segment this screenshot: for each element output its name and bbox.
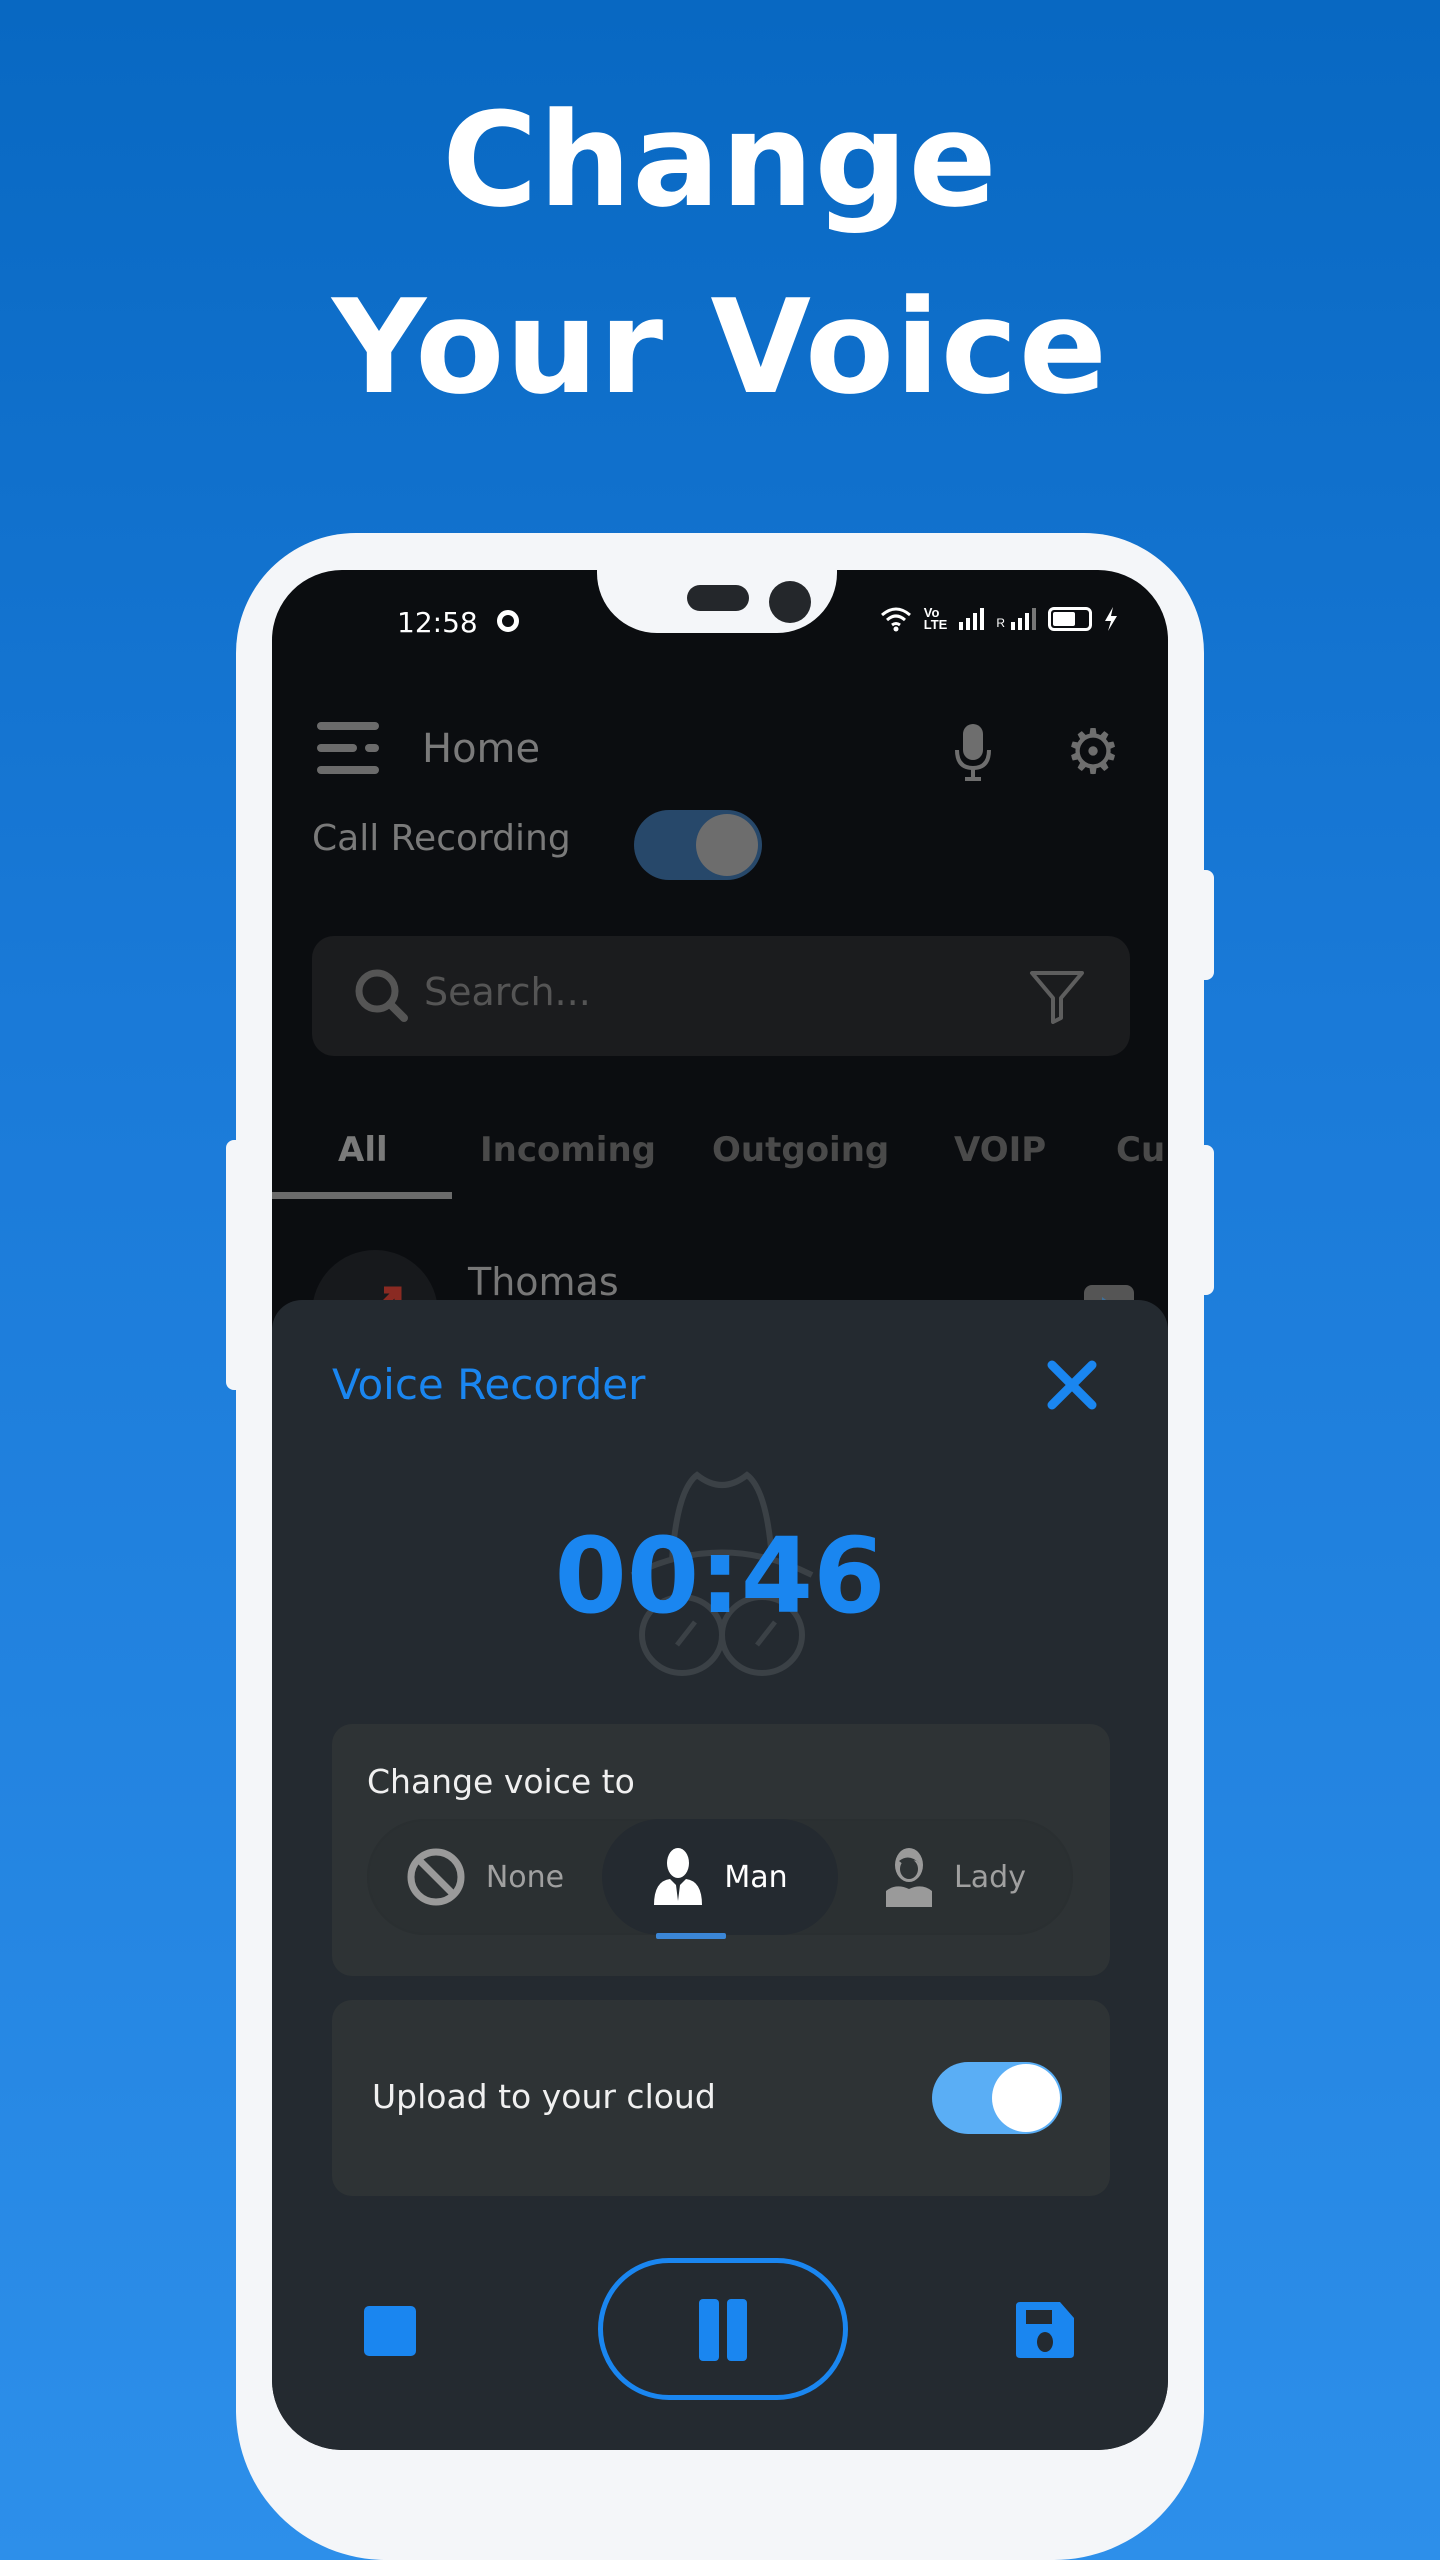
front-camera: [769, 581, 811, 623]
contact-name: Thomas: [468, 1260, 619, 1304]
tab-incoming[interactable]: Incoming: [480, 1130, 656, 1170]
voice-recorder-sheet: Voice Recorder 00:46 Change voice to Non…: [272, 1300, 1168, 2450]
search-bar[interactable]: [312, 936, 1130, 1056]
charging-icon: [1105, 607, 1117, 631]
pause-button[interactable]: [598, 2258, 848, 2400]
voice-option-lady[interactable]: Lady: [837, 1819, 1073, 1935]
tab-indicator: [272, 1192, 452, 1199]
call-recording-toggle[interactable]: [634, 810, 762, 880]
voice-option-none[interactable]: None: [367, 1819, 603, 1935]
call-recording-label: Call Recording: [312, 818, 571, 859]
status-icons: Vo LTE R: [880, 606, 1118, 632]
tab-voip[interactable]: VOIP: [954, 1130, 1046, 1170]
gear-icon[interactable]: ⚙: [1062, 722, 1124, 784]
search-icon: [355, 969, 408, 1022]
headline-line-2: Your Voice: [331, 271, 1109, 423]
none-icon: [407, 1848, 465, 1906]
voice-option-label: Lady: [954, 1859, 1026, 1895]
close-icon[interactable]: [1042, 1355, 1102, 1415]
voice-option-label: Man: [724, 1859, 788, 1895]
filter-icon[interactable]: [1027, 968, 1087, 1024]
change-voice-label: Change voice to: [367, 1762, 635, 1801]
toggle-knob: [992, 2064, 1060, 2132]
wifi-icon: [880, 607, 911, 632]
tab-all[interactable]: All: [338, 1130, 388, 1170]
voice-option-man[interactable]: Man: [602, 1819, 838, 1935]
microphone-icon[interactable]: [949, 722, 997, 782]
signal-icon: [959, 608, 985, 630]
menu-icon[interactable]: [317, 722, 379, 774]
cloud-upload-toggle[interactable]: [932, 2062, 1062, 2134]
save-icon[interactable]: [1014, 2300, 1076, 2360]
cloud-upload-label: Upload to your cloud: [372, 2077, 716, 2116]
earpiece-speaker: [687, 585, 749, 611]
roaming-signal-icon: R: [996, 608, 1036, 630]
voice-selector: None Man Lady: [367, 1819, 1073, 1935]
toggle-knob: [696, 814, 758, 876]
app-header: Home ⚙: [272, 670, 1168, 784]
headline-line-1: Change: [442, 84, 998, 236]
recording-timer: 00:46: [554, 1515, 886, 1637]
phone-screen: 12:58 Vo LTE R Home ⚙ Call Recording Sea…: [272, 570, 1168, 2450]
man-icon: [654, 1848, 703, 1905]
selected-voice-indicator: [656, 1933, 726, 1939]
voice-option-label: None: [485, 1859, 565, 1895]
stop-button[interactable]: [364, 2306, 416, 2356]
call-filter-tabs: All Incoming Outgoing VOIP Cu: [272, 1100, 1168, 1200]
record-indicator-icon: [497, 610, 519, 632]
battery-icon: [1048, 607, 1092, 631]
sheet-title: Voice Recorder: [332, 1360, 646, 1409]
cloud-upload-card: Upload to your cloud: [332, 2000, 1110, 2196]
volte-icon: Vo LTE: [923, 605, 948, 632]
change-voice-card: Change voice to None Man Lady: [332, 1724, 1110, 1976]
tab-custom[interactable]: Cu: [1116, 1130, 1165, 1170]
tab-outgoing[interactable]: Outgoing: [712, 1130, 889, 1170]
status-time: 12:58: [397, 606, 478, 639]
page-title: Home: [422, 726, 541, 772]
lady-icon: [886, 1848, 933, 1907]
search-input[interactable]: [424, 970, 924, 1014]
